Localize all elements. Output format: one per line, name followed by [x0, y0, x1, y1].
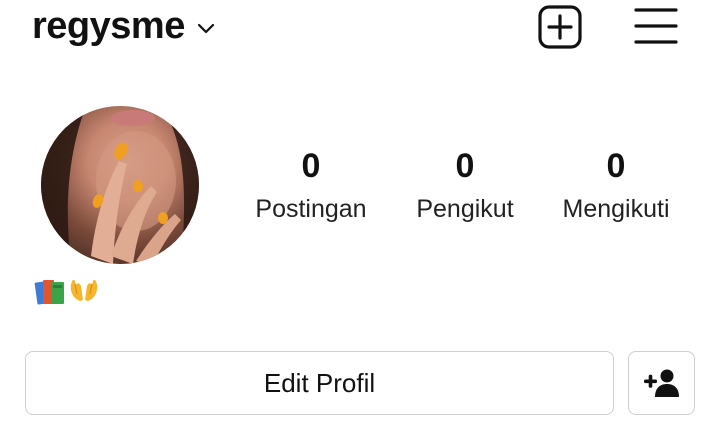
plus-square-icon[interactable] — [536, 3, 584, 51]
followers-label: Pengikut — [416, 195, 514, 223]
chevron-down-icon — [197, 23, 214, 34]
following-value: 0 — [606, 147, 626, 185]
followers-value: 0 — [455, 147, 475, 185]
bio — [34, 276, 100, 306]
avatar-photo — [41, 106, 199, 264]
books-emoji — [34, 280, 64, 305]
following-label: Mengikuti — [562, 195, 670, 223]
account-switcher[interactable]: regysme — [32, 4, 217, 48]
profile-stats: 0 Postingan 0 Pengikut 0 Mengikuti — [230, 140, 700, 240]
open-hands-emoji — [70, 279, 98, 301]
following-count[interactable]: 0 Mengikuti — [541, 140, 691, 226]
top-bar: regysme — [0, 0, 716, 56]
edit-profile-label: Edit Profil — [263, 367, 376, 398]
posts-count[interactable]: 0 Postingan — [236, 140, 386, 226]
add-person-icon — [643, 369, 679, 397]
username: regysme — [32, 5, 185, 47]
posts-label: Postingan — [255, 195, 367, 223]
hamburger-menu-icon[interactable] — [632, 4, 680, 48]
avatar[interactable] — [41, 106, 199, 264]
posts-value: 0 — [301, 147, 321, 185]
edit-profile-button[interactable]: Edit Profil — [25, 351, 614, 415]
followers-count[interactable]: 0 Pengikut — [390, 140, 540, 226]
discover-people-button[interactable] — [628, 351, 695, 415]
